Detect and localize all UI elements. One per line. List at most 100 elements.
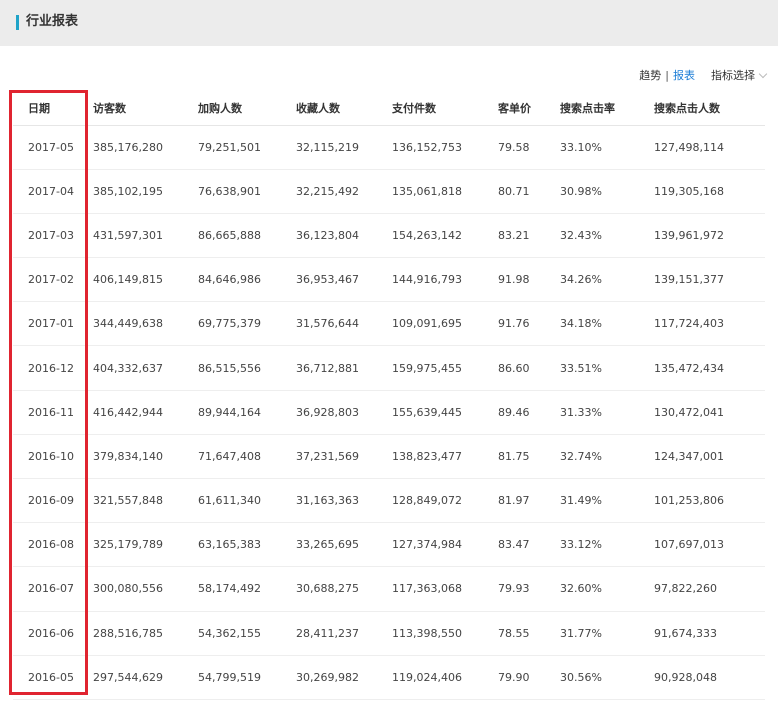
report-view-link[interactable]: 报表: [673, 67, 695, 83]
cell-visitors: 297,544,629: [93, 655, 198, 700]
table-row: 2016-08 325,179,789 63,165,383 33,265,695 12…: [13, 522, 765, 568]
cell-paid-items: 159,975,455: [392, 345, 498, 391]
cell-visitors: 385,102,195: [93, 169, 198, 214]
column-header-paid-items[interactable]: 支付件数: [392, 92, 498, 126]
title-accent-bar: [16, 15, 19, 30]
cell-add-to-cart: 76,638,901: [198, 169, 296, 214]
cell-paid-items: 119,024,406: [392, 655, 498, 700]
chevron-down-icon: [758, 69, 768, 78]
table-row: 2016-11 416,442,944 89,944,164 36,928,803 15…: [13, 390, 765, 435]
cell-avg-order-value: 79.90: [498, 655, 560, 700]
cell-favorites: 36,123,804: [296, 213, 392, 259]
cell-visitors: 321,557,848: [93, 478, 198, 524]
table-body: 2017-05 385,176,280 79,251,501 32,115,219 13…: [13, 125, 765, 700]
cell-add-to-cart: 86,665,888: [198, 213, 296, 259]
view-toolbar: 趋势 | 报表 指标选择: [639, 66, 768, 84]
table-row: 2017-01 344,449,638 69,775,379 31,576,644 10…: [13, 301, 765, 347]
cell-search-clickers: 139,961,972: [654, 213, 765, 259]
cell-avg-order-value: 79.58: [498, 125, 560, 170]
table-row: 2017-03 431,597,301 86,665,888 36,123,804 15…: [13, 213, 765, 259]
cell-paid-items: 113,398,550: [392, 611, 498, 656]
cell-search-ctr: 33.12%: [560, 522, 654, 568]
cell-add-to-cart: 84,646,986: [198, 257, 296, 303]
page-header: 行业报表: [0, 0, 778, 46]
cell-favorites: 30,269,982: [296, 655, 392, 700]
cell-visitors: 404,332,637: [93, 345, 198, 391]
cell-search-ctr: 31.49%: [560, 478, 654, 524]
cell-visitors: 379,834,140: [93, 434, 198, 480]
cell-search-clickers: 97,822,260: [654, 566, 765, 612]
cell-favorites: 32,215,492: [296, 169, 392, 214]
cell-add-to-cart: 61,611,340: [198, 478, 296, 524]
trend-view-link[interactable]: 趋势: [639, 67, 661, 83]
page-title: 行业报表: [26, 14, 79, 29]
cell-add-to-cart: 86,515,556: [198, 345, 296, 391]
cell-search-ctr: 34.18%: [560, 301, 654, 347]
industry-report-table: 日期 访客数 加购人数 收藏人数 支付件数 客单价 搜索点击率 搜索点击人数 2…: [13, 92, 765, 700]
cell-avg-order-value: 83.47: [498, 522, 560, 568]
cell-favorites: 31,163,363: [296, 478, 392, 524]
cell-search-clickers: 91,674,333: [654, 611, 765, 656]
cell-avg-order-value: 91.76: [498, 301, 560, 347]
column-header-search-clickers[interactable]: 搜索点击人数: [654, 92, 765, 126]
metric-select-label: 指标选择: [711, 69, 755, 82]
cell-visitors: 406,149,815: [93, 257, 198, 303]
table-row: 2016-10 379,834,140 71,647,408 37,231,569 13…: [13, 434, 765, 480]
table-row: 2016-05 297,544,629 54,799,519 30,269,982 11…: [13, 655, 765, 700]
cell-visitors: 288,516,785: [93, 611, 198, 656]
cell-search-ctr: 32.43%: [560, 213, 654, 259]
cell-paid-items: 144,916,793: [392, 257, 498, 303]
cell-favorites: 36,928,803: [296, 390, 392, 435]
cell-add-to-cart: 79,251,501: [198, 125, 296, 170]
cell-search-clickers: 117,724,403: [654, 301, 765, 347]
cell-search-ctr: 31.33%: [560, 390, 654, 435]
column-header-favorites[interactable]: 收藏人数: [296, 92, 392, 126]
cell-search-clickers: 139,151,377: [654, 257, 765, 303]
cell-search-ctr: 32.74%: [560, 434, 654, 480]
column-header-search-ctr[interactable]: 搜索点击率: [560, 92, 654, 126]
cell-search-ctr: 30.56%: [560, 655, 654, 700]
cell-search-clickers: 124,347,001: [654, 434, 765, 480]
cell-search-clickers: 90,928,048: [654, 655, 765, 700]
table-row: 2017-04 385,102,195 76,638,901 32,215,492 13…: [13, 169, 765, 214]
cell-search-clickers: 127,498,114: [654, 125, 765, 170]
cell-avg-order-value: 80.71: [498, 169, 560, 214]
cell-visitors: 431,597,301: [93, 213, 198, 259]
cell-paid-items: 127,374,984: [392, 522, 498, 568]
column-header-avg-order-value[interactable]: 客单价: [498, 92, 560, 126]
cell-search-clickers: 119,305,168: [654, 169, 765, 214]
cell-visitors: 344,449,638: [93, 301, 198, 347]
cell-favorites: 32,115,219: [296, 125, 392, 170]
cell-avg-order-value: 81.97: [498, 478, 560, 524]
cell-search-clickers: 101,253,806: [654, 478, 765, 524]
cell-avg-order-value: 78.55: [498, 611, 560, 656]
cell-paid-items: 136,152,753: [392, 125, 498, 170]
column-header-visitors[interactable]: 访客数: [93, 92, 198, 126]
cell-search-ctr: 33.51%: [560, 345, 654, 391]
cell-paid-items: 128,849,072: [392, 478, 498, 524]
cell-favorites: 33,265,695: [296, 522, 392, 568]
table-row: 2017-05 385,176,280 79,251,501 32,115,219 13…: [13, 125, 765, 170]
cell-add-to-cart: 71,647,408: [198, 434, 296, 480]
view-separator: |: [665, 68, 669, 82]
table-row: 2017-02 406,149,815 84,646,986 36,953,467 14…: [13, 257, 765, 303]
cell-favorites: 36,712,881: [296, 345, 392, 391]
cell-visitors: 416,442,944: [93, 390, 198, 435]
cell-visitors: 300,080,556: [93, 566, 198, 612]
cell-paid-items: 135,061,818: [392, 169, 498, 214]
table-row: 2016-06 288,516,785 54,362,155 28,411,237 11…: [13, 611, 765, 656]
table-header-row: 日期 访客数 加购人数 收藏人数 支付件数 客单价 搜索点击率 搜索点击人数: [13, 92, 765, 126]
table-row: 2016-09 321,557,848 61,611,340 31,163,363 12…: [13, 478, 765, 524]
cell-visitors: 385,176,280: [93, 125, 198, 170]
metric-select-dropdown[interactable]: 指标选择: [711, 67, 768, 83]
cell-search-ctr: 30.98%: [560, 169, 654, 214]
cell-avg-order-value: 83.21: [498, 213, 560, 259]
column-header-add-to-cart[interactable]: 加购人数: [198, 92, 296, 126]
table-row: 2016-07 300,080,556 58,174,492 30,688,275 11…: [13, 566, 765, 612]
cell-avg-order-value: 81.75: [498, 434, 560, 480]
cell-paid-items: 155,639,445: [392, 390, 498, 435]
cell-avg-order-value: 91.98: [498, 257, 560, 303]
cell-favorites: 37,231,569: [296, 434, 392, 480]
cell-add-to-cart: 58,174,492: [198, 566, 296, 612]
cell-visitors: 325,179,789: [93, 522, 198, 568]
